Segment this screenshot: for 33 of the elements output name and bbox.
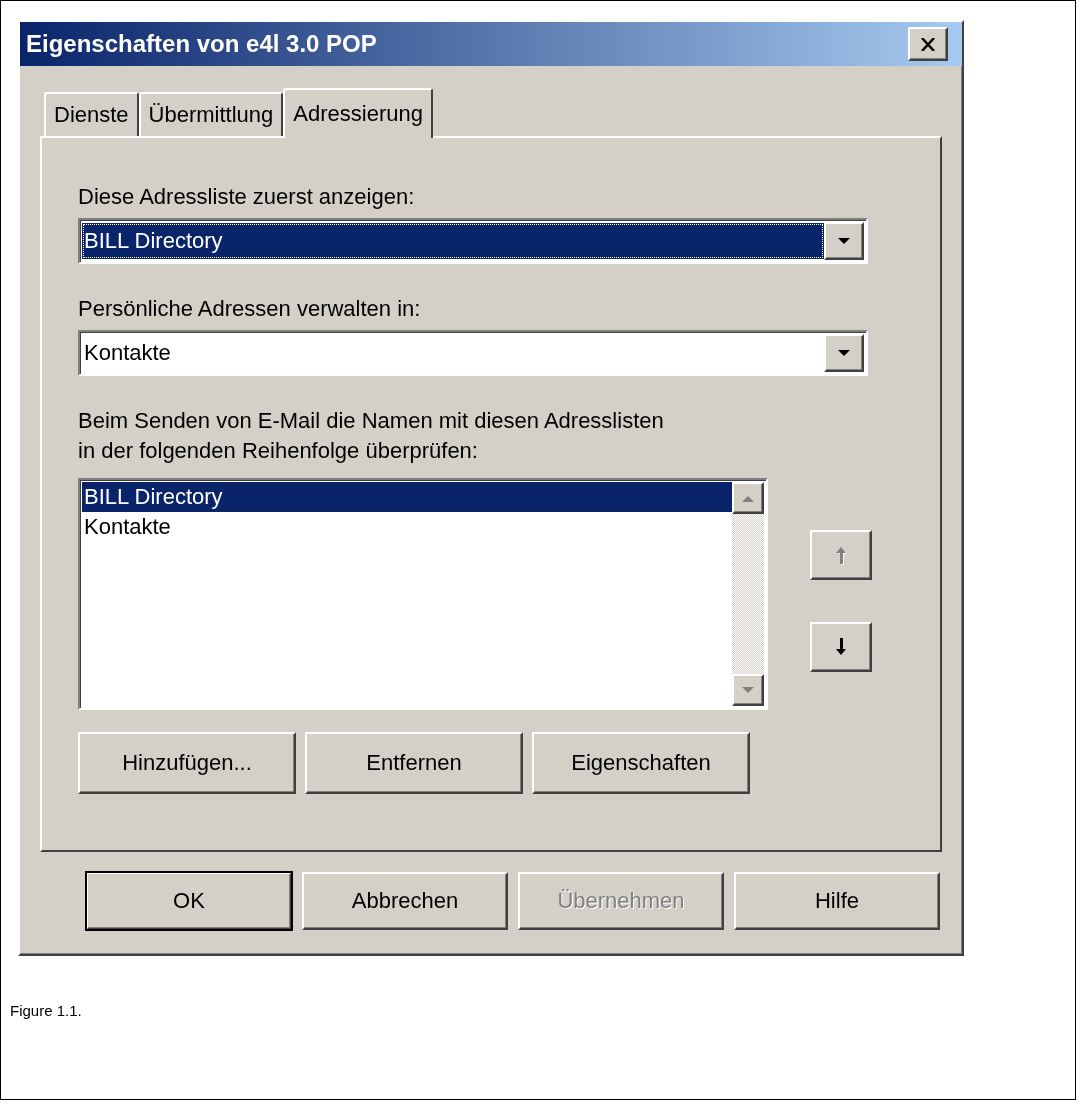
dialog-button[interactable]: OK (86, 872, 292, 930)
window-title: Eigenschaften von e4l 3.0 POP (26, 30, 377, 58)
address-list[interactable]: BILL Directory Kontakte (78, 478, 768, 710)
caret-icon (838, 349, 850, 357)
scroll-up-button[interactable] (732, 482, 764, 514)
close-button[interactable] (908, 27, 948, 61)
move-down-button[interactable] (810, 622, 872, 672)
tab[interactable]: Dienste (44, 92, 139, 136)
scrollbar[interactable] (732, 482, 764, 706)
dropdown-field[interactable]: Kontakte (78, 330, 868, 376)
dropdown-field[interactable]: BILL Directory (78, 218, 868, 264)
dropdown-button[interactable] (824, 222, 864, 260)
field-label: Diese Adressliste zuerst anzeigen: (78, 183, 416, 211)
list-item[interactable]: BILL Directory (82, 482, 732, 512)
list-action-button[interactable]: Eigenschaften (532, 732, 750, 794)
figure-caption: Figure 1.1. (10, 1002, 83, 1019)
dropdown-value: Kontakte (83, 339, 172, 367)
tab[interactable]: Übermittlung (138, 92, 284, 136)
scroll-up-icon (742, 494, 754, 502)
dialog-button[interactable]: Hilfe (734, 872, 940, 930)
scroll-down-icon (742, 686, 754, 694)
dialog-button[interactable]: Abbrechen (302, 872, 508, 930)
field-label: Persönliche Adressen verwalten in: (78, 295, 422, 323)
dropdown-button[interactable] (824, 334, 864, 372)
list-action-button[interactable]: Entfernen (305, 732, 523, 794)
list-label: Beim Senden von E-Mail die Namen mit diesen Adresslisten in der folgenden Reihenfolge überprüfen: (78, 407, 665, 465)
scroll-down-button[interactable] (732, 674, 764, 706)
list-action-button[interactable]: Hinzufügen... (78, 732, 296, 794)
tab[interactable]: Adressierung (283, 88, 433, 138)
caret-icon (838, 237, 850, 245)
dropdown-value: BILL Directory (82, 223, 824, 259)
close-icon (921, 37, 935, 51)
list-item[interactable]: Kontakte (82, 512, 732, 542)
